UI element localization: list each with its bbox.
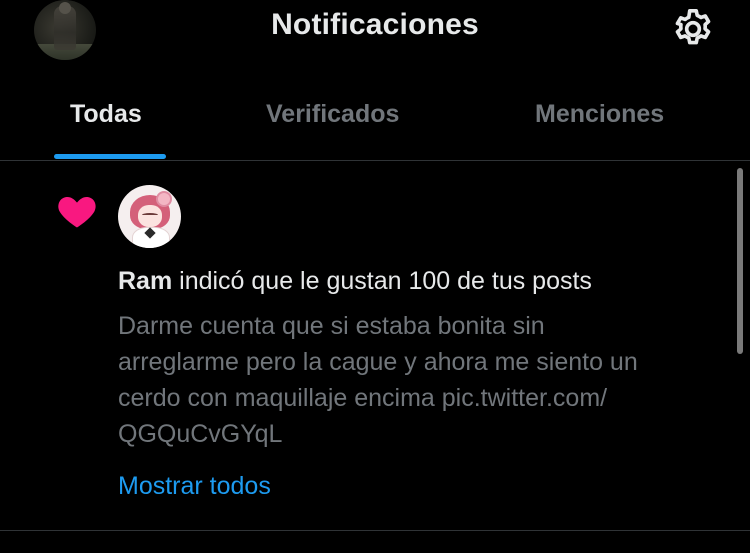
notification-text: Ram indicó que le gustan 100 de tus post…	[118, 267, 592, 296]
notification-divider	[0, 530, 750, 531]
avatar-eyes	[142, 213, 158, 217]
heart-icon	[56, 190, 98, 230]
post-line: QGQuCvGYqL	[118, 420, 283, 448]
avatar-flower	[156, 191, 172, 207]
user-avatar[interactable]	[118, 185, 181, 248]
tab-todas[interactable]: Todas	[70, 100, 142, 129]
notification-tabs: Todas Verificados Menciones	[0, 92, 750, 160]
tab-verificados[interactable]: Verificados	[266, 100, 399, 129]
top-bar: Notificaciones	[0, 0, 750, 60]
post-line: arreglarme pero la cague y ahora me sien…	[118, 348, 638, 376]
notification-username[interactable]: Ram	[118, 267, 172, 295]
scrollbar[interactable]	[737, 168, 743, 354]
post-preview[interactable]: Darme cuenta que si estaba bonita sin ar…	[118, 308, 718, 452]
post-line: cerdo con maquillaje encima pic.twitter.…	[118, 384, 608, 412]
active-tab-indicator	[54, 154, 166, 159]
tab-menciones[interactable]: Menciones	[535, 100, 664, 129]
notification-action: indicó que le gustan 100 de tus posts	[172, 267, 592, 295]
notification-item[interactable]: Ram indicó que le gustan 100 de tus post…	[0, 161, 750, 531]
show-all-link[interactable]: Mostrar todos	[118, 472, 271, 501]
gear-icon[interactable]	[670, 6, 716, 52]
page-title: Notificaciones	[271, 8, 479, 41]
post-line: Darme cuenta que si estaba bonita sin	[118, 312, 545, 340]
